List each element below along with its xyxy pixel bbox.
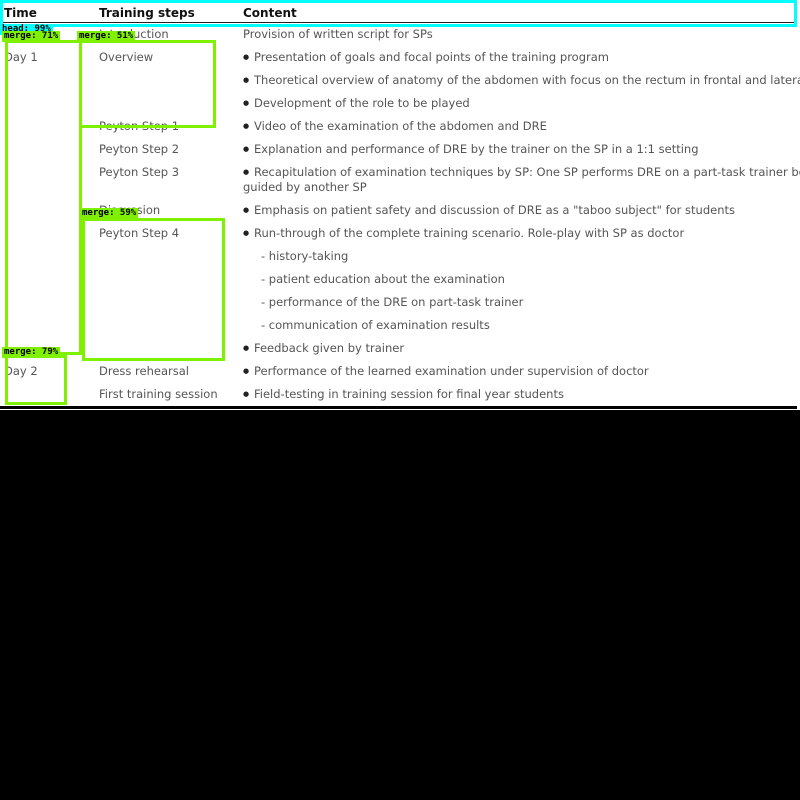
content-continuation: guided by another SP: [243, 180, 367, 194]
content-subitem: - performance of the DRE on part-task tr…: [261, 295, 524, 309]
content-bullet: Feedback given by trainer: [243, 340, 404, 356]
content-subitem: - history-taking: [261, 249, 349, 263]
merge-detection-box-overview: [79, 40, 216, 128]
merge-detection-box-day2: [5, 355, 67, 405]
content-bullet: Emphasis on patient safety and discussio…: [243, 202, 735, 218]
content-bullet: Video of the examination of the abdomen …: [243, 118, 547, 134]
content-bullet: Field-testing in training session for fi…: [243, 386, 564, 402]
content-subitem: - patient education about the examinatio…: [261, 272, 505, 286]
step-peyton-3: Peyton Step 3: [99, 165, 180, 179]
document-page: Time Training steps Content Day 1 Day 2 …: [0, 0, 800, 410]
merge-detection-label-overview: merge: 51%: [77, 31, 136, 42]
step-peyton-2: Peyton Step 2: [99, 142, 180, 156]
merge-detection-box-step4: [82, 218, 225, 361]
content-subitem: - communication of examination results: [261, 318, 490, 332]
head-detection-box: [0, 0, 797, 27]
merge-detection-label-day1: merge: 71%: [2, 31, 61, 42]
merge-detection-label-step4: merge: 59%: [80, 208, 139, 219]
step-dress-rehearsal: Dress rehearsal: [99, 364, 189, 378]
content-bullet: Presentation of goals and focal points o…: [243, 49, 609, 65]
step-first-training-session: First training session: [99, 387, 218, 401]
table-bottom-rule: [0, 406, 797, 409]
merge-detection-box-day1: [5, 40, 82, 355]
content-bullet: Run-through of the complete training sce…: [243, 225, 684, 241]
content-bullet: Recapitulation of examination techniques…: [243, 164, 800, 180]
merge-detection-label-day2: merge: 79%: [2, 347, 61, 358]
content-bullet: Development of the role to be played: [243, 95, 470, 111]
content-bullet: Performance of the learned examination u…: [243, 363, 649, 379]
content-bullet: Theoretical overview of anatomy of the a…: [243, 72, 800, 88]
content-bullet: Explanation and performance of DRE by th…: [243, 141, 699, 157]
content-introduction: Provision of written script for SPs: [243, 27, 433, 41]
